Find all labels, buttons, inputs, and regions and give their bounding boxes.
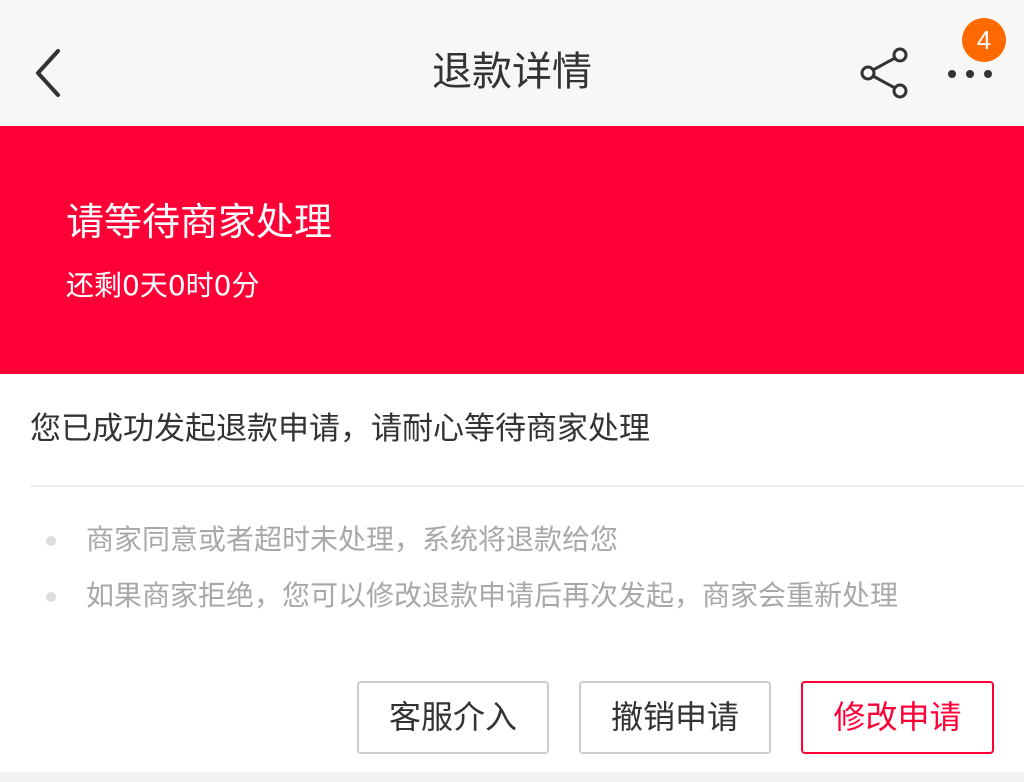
customer-service-button[interactable]: 客服介入 — [357, 681, 549, 754]
refund-message: 您已成功发起退款申请，请耐心等待商家处理 — [30, 411, 650, 447]
status-title: 请等待商家处理 — [66, 200, 333, 244]
notification-badge: 4 — [962, 18, 1006, 62]
bottom-strip — [0, 772, 1024, 782]
tip-item: 商家同意或者超时未处理，系统将退款给您 — [46, 522, 986, 558]
bullet-icon — [46, 536, 56, 546]
countdown-text: 还剩0天0时0分 — [66, 269, 260, 302]
status-banner: 请等待商家处理 还剩0天0时0分 — [0, 126, 1024, 374]
share-icon — [860, 47, 908, 99]
cancel-request-button[interactable]: 撤销申请 — [579, 681, 771, 754]
divider — [30, 485, 1024, 487]
modify-request-button[interactable]: 修改申请 — [801, 681, 994, 754]
tip-text: 如果商家拒绝，您可以修改退款申请后再次发起，商家会重新处理 — [86, 579, 899, 612]
share-button[interactable] — [858, 46, 912, 100]
top-navigation-bar: 退款详情 4 — [0, 0, 1024, 126]
tip-item: 如果商家拒绝，您可以修改退款申请后再次发起，商家会重新处理 — [46, 578, 986, 614]
bullet-icon — [46, 592, 56, 602]
tip-text: 商家同意或者超时未处理，系统将退款给您 — [86, 523, 619, 556]
